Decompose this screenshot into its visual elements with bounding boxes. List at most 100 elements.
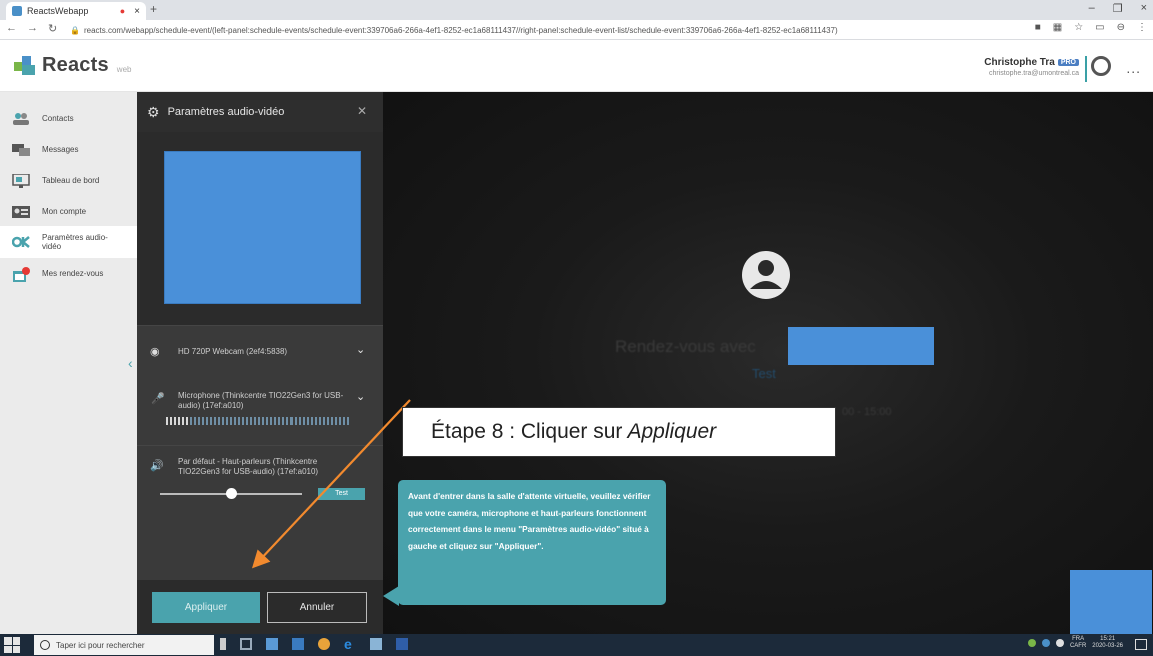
participant-avatar-icon	[742, 251, 790, 299]
clock-date[interactable]: 2020-03-26	[1092, 643, 1123, 649]
chrome-icon[interactable]	[318, 638, 330, 650]
file-explorer-icon[interactable]	[266, 638, 278, 650]
logo-text: Reacts	[42, 54, 109, 76]
windows-start-icon[interactable]	[4, 637, 20, 653]
meter-segment	[182, 417, 185, 425]
sidebar-item-label: Paramètres audio-vidéo	[42, 233, 108, 251]
task-view-icon[interactable]	[240, 638, 252, 650]
translate-icon[interactable]: ▦	[1053, 22, 1062, 33]
volume-slider-handle[interactable]	[225, 488, 237, 499]
apply-button[interactable]: Appliquer	[152, 592, 260, 623]
star-icon[interactable]: ☆	[1074, 22, 1083, 33]
participant-name	[788, 327, 934, 365]
meter-segment	[186, 417, 189, 425]
browser-tab-strip	[0, 0, 1153, 20]
system-tray: FRA CAFR 15:21 2020-03-26	[1027, 636, 1123, 650]
cast-icon[interactable]: ▭	[1095, 22, 1104, 33]
word-icon[interactable]	[396, 638, 408, 650]
avatar[interactable]	[1085, 56, 1111, 82]
reacts-logo[interactable]: Reacts web	[14, 54, 131, 77]
window-controls: – ❐ ×	[1089, 2, 1147, 15]
step-instruction-box: Étape 8 : Cliquer sur Appliquer	[402, 407, 836, 457]
taskbar-search-placeholder: Taper ici pour rechercher	[56, 640, 145, 650]
restore-icon[interactable]: ❐	[1113, 2, 1123, 15]
lock-icon: 🔒	[70, 26, 80, 35]
taskbar-search[interactable]: Taper ici pour rechercher	[34, 635, 214, 655]
dashboard-icon	[12, 172, 30, 188]
browser-tab[interactable]: ReactsWebapp ● ×	[6, 2, 146, 20]
sidebar-item-audio-video-settings[interactable]: Paramètres audio-vidéo	[0, 226, 137, 258]
close-window-icon[interactable]: ×	[1141, 2, 1147, 15]
meter-segment	[174, 417, 177, 425]
tray-volume-icon[interactable]	[1055, 639, 1064, 647]
store-icon[interactable]	[292, 638, 304, 650]
eye-icon: ◉	[150, 346, 160, 358]
self-view-preview	[1070, 570, 1152, 636]
camera-preview	[164, 151, 361, 304]
microphone-icon: 🎤	[151, 393, 165, 405]
tray-network-icon[interactable]	[1027, 639, 1036, 647]
meter-segment	[230, 417, 233, 425]
meter-segment	[198, 417, 201, 425]
account-icon	[12, 205, 30, 219]
mic-taskbar-icon[interactable]	[220, 638, 226, 650]
user-info[interactable]: Christophe Tra PRO christophe.tra@umontre…	[984, 57, 1079, 77]
sidebar-item-appointments[interactable]: Mes rendez-vous	[0, 258, 137, 289]
audio-video-icon	[11, 235, 30, 249]
sidebar-item-label: Messages	[42, 145, 79, 154]
forward-icon[interactable]: →	[27, 22, 38, 35]
camera-ext-icon[interactable]: ■	[1035, 22, 1041, 33]
edge-icon[interactable]: e	[344, 637, 356, 651]
reload-icon[interactable]: ↻	[48, 22, 57, 35]
speaker-icon: 🔊	[150, 460, 164, 472]
meter-segment	[190, 417, 193, 425]
appointment-with-text: Rendez-vous avec	[615, 337, 756, 356]
language-indicator[interactable]: FRA	[1072, 636, 1084, 642]
contacts-icon	[12, 112, 30, 126]
menu-icon[interactable]: ⋮	[1137, 22, 1147, 33]
notification-icon[interactable]	[1135, 639, 1147, 650]
profile-icon[interactable]: ⊖	[1117, 22, 1125, 33]
keyboard-layout[interactable]: CAFR	[1070, 643, 1086, 649]
more-options-button[interactable]: ...	[1126, 60, 1141, 76]
close-icon[interactable]: ✕	[357, 104, 367, 118]
tooltip-pointer	[383, 586, 399, 606]
app-header	[0, 41, 1153, 92]
user-name: Christophe Tra	[984, 57, 1055, 68]
cancel-button[interactable]: Annuler	[267, 592, 367, 623]
meter-segment	[202, 417, 205, 425]
back-icon[interactable]: ←	[6, 22, 17, 35]
meter-segment	[210, 417, 213, 425]
sidebar-item-label: Mes rendez-vous	[42, 269, 104, 278]
reacts-favicon-icon	[12, 6, 22, 16]
meter-segment	[170, 417, 173, 425]
clock-time[interactable]: 15:21	[1100, 636, 1115, 642]
meter-segment	[218, 417, 221, 425]
minimize-icon[interactable]: –	[1089, 2, 1095, 15]
collapse-panel-button[interactable]: ‹	[128, 355, 133, 371]
sidebar-item-account[interactable]: Mon compte	[0, 196, 137, 227]
sidebar-item-messages[interactable]: Messages	[0, 134, 137, 165]
nav-buttons: ← → ↻	[6, 22, 57, 35]
sidebar: Contacts Messages Tableau de bord Mon co…	[0, 92, 137, 634]
sidebar-item-label: Mon compte	[42, 207, 87, 216]
meter-segment	[226, 417, 229, 425]
step-emphasis: Appliquer	[627, 420, 717, 443]
appointment-time: 00 - 15:00	[842, 406, 892, 418]
meter-segment	[178, 417, 181, 425]
annotation-arrow	[251, 399, 411, 569]
sidebar-item-dashboard[interactable]: Tableau de bord	[0, 165, 137, 196]
app-icon[interactable]	[370, 638, 382, 650]
panel-title: Paramètres audio-vidéo	[167, 106, 285, 118]
sidebar-item-contacts[interactable]: Contacts	[0, 103, 137, 134]
tab-title: ReactsWebapp	[27, 6, 89, 16]
close-tab-icon[interactable]: ×	[134, 6, 140, 17]
user-avatar-icon	[1091, 56, 1111, 76]
step-text: Étape 8 : Cliquer sur	[431, 420, 623, 443]
chevron-down-icon[interactable]: ⌄	[356, 343, 365, 356]
appointment-test-label: Test	[752, 366, 776, 381]
new-tab-button[interactable]: +	[150, 2, 157, 16]
url-text: reacts.com/webapp/schedule-event/(left-p…	[83, 26, 838, 35]
tray-app-icon[interactable]	[1041, 639, 1050, 647]
url-field[interactable]: 🔒 reacts.com/webapp/schedule-event/(left…	[70, 23, 990, 38]
